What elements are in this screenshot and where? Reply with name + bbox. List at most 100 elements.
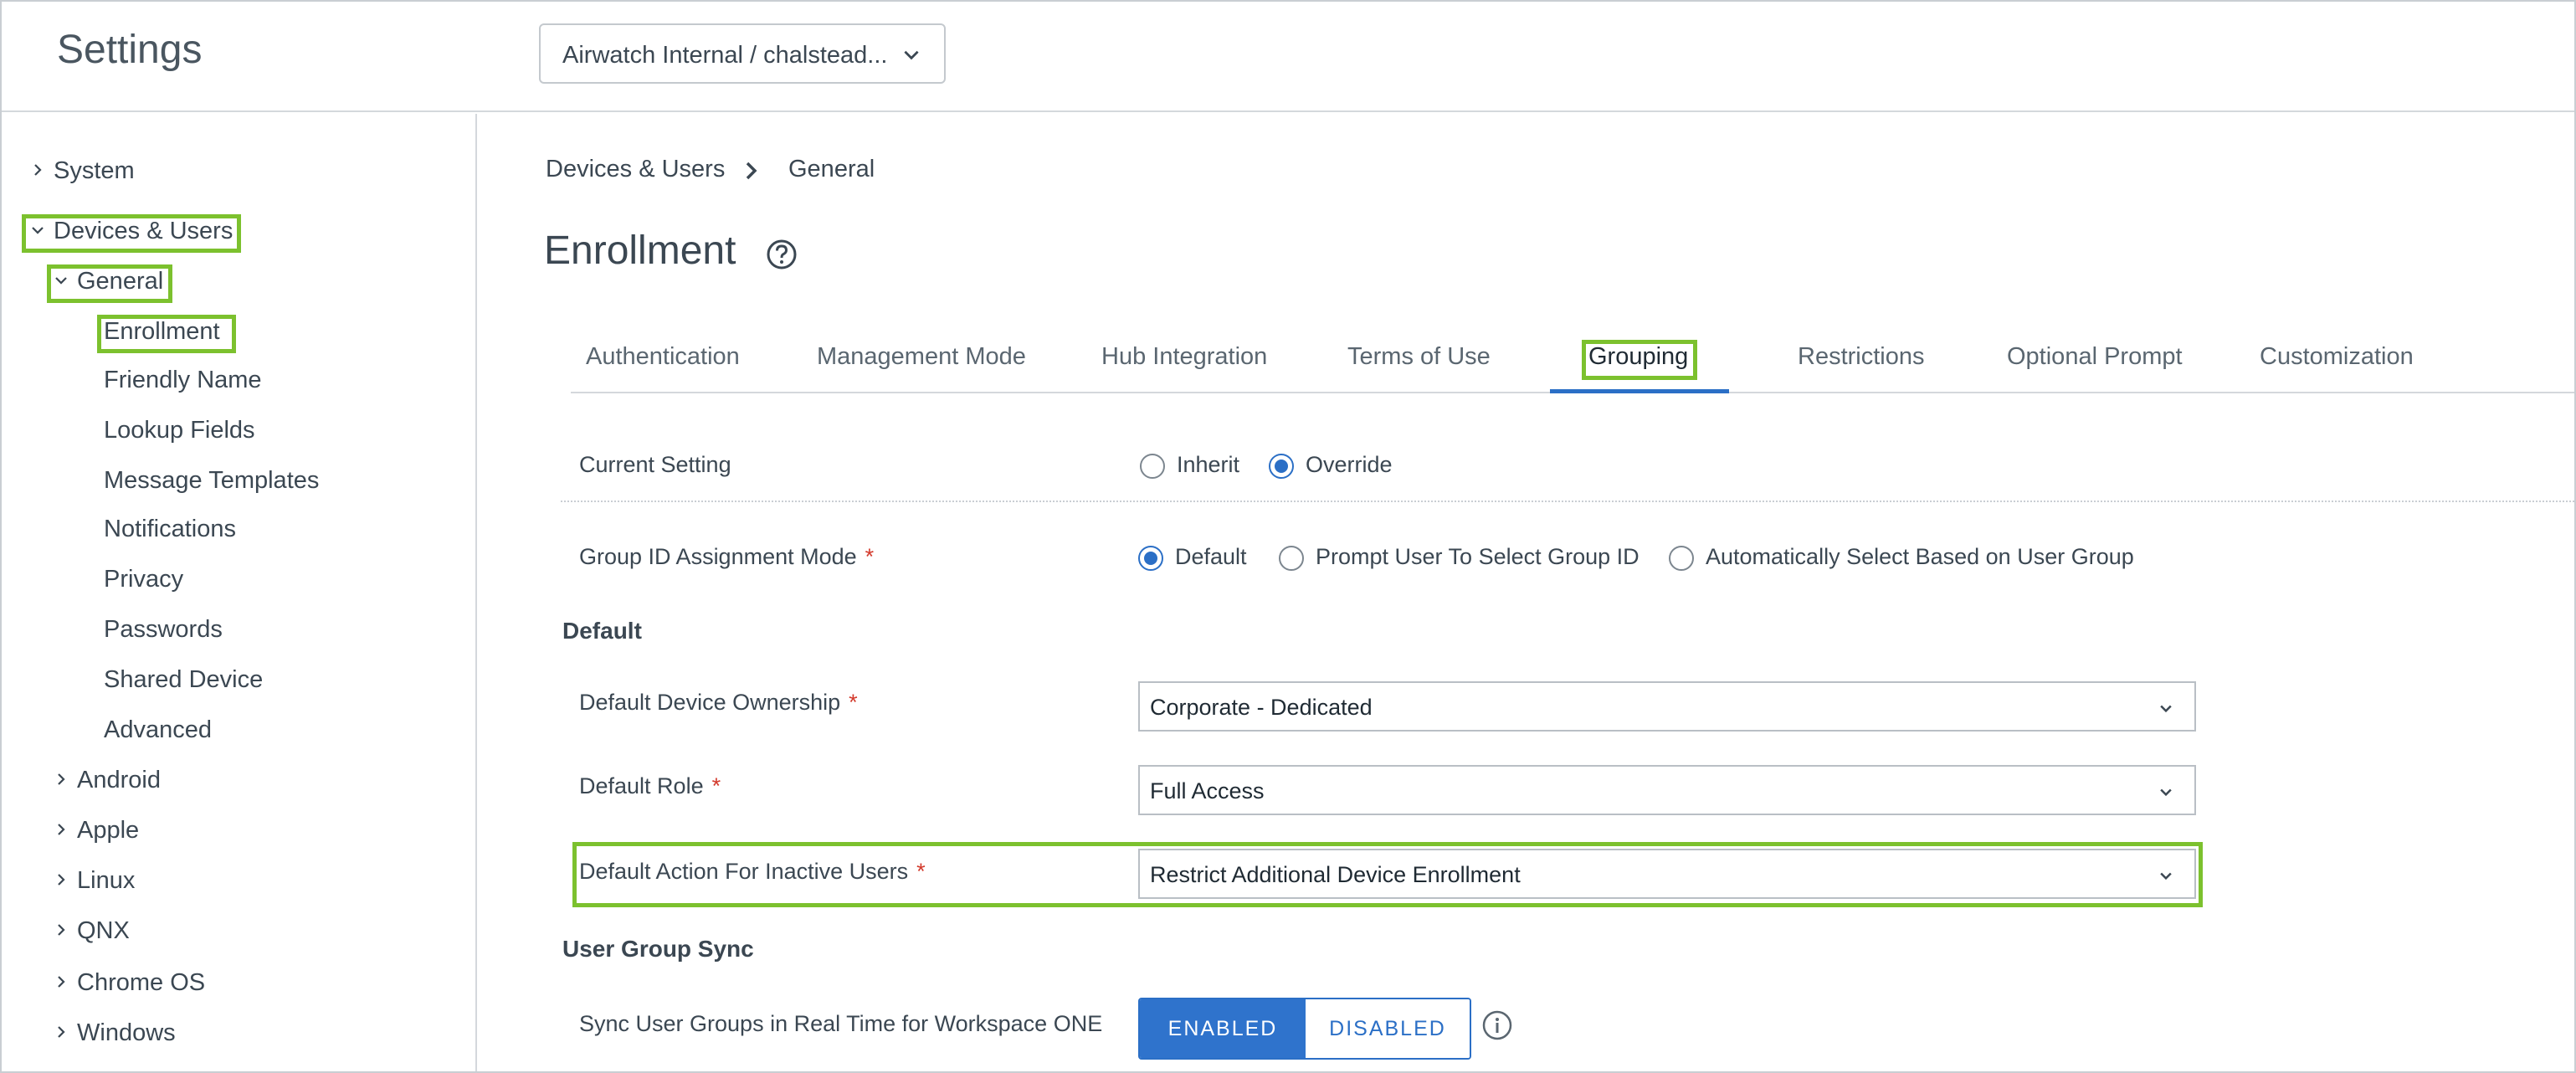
required-marker: * — [849, 690, 858, 715]
chevron-right-icon — [58, 976, 65, 988]
sidebar-item-message-templates[interactable]: Message Templates — [104, 467, 319, 495]
sidebar-item-friendly-name[interactable]: Friendly Name — [104, 367, 262, 394]
sidebar-item-label: Chrome OS — [77, 969, 206, 996]
default-role-label: Default Role * — [579, 773, 721, 799]
field-label-text: Group ID Assignment Mode — [579, 544, 857, 569]
chevron-down-icon — [904, 50, 919, 60]
sidebar-item-advanced[interactable]: Advanced — [104, 716, 212, 744]
breadcrumb-link-devices-users[interactable]: Devices & Users — [546, 156, 725, 183]
radio-label: Prompt User To Select Group ID — [1316, 544, 1640, 569]
radio-circle-selected — [1269, 454, 1294, 479]
toggle-enabled-button[interactable]: ENABLED — [1140, 999, 1306, 1058]
tab-customization[interactable]: Customization — [2260, 343, 2414, 371]
radio-circle-selected — [1138, 546, 1163, 571]
tab-terms-of-use[interactable]: Terms of Use — [1347, 343, 1491, 371]
inactive-action-select[interactable]: Restrict Additional Device Enrollment — [1138, 849, 2196, 899]
sidebar-item-windows[interactable]: Windows — [54, 1019, 176, 1047]
chevron-right-icon — [58, 824, 65, 835]
sidebar-item-label: Linux — [77, 867, 136, 894]
radio-label: Override — [1306, 452, 1393, 477]
sidebar-item-enrollment[interactable]: Enrollment — [104, 318, 220, 346]
tab-active-indicator — [1550, 389, 1729, 393]
sync-realtime-toggle[interactable]: ENABLED DISABLED — [1138, 998, 1471, 1060]
tab-restrictions[interactable]: Restrictions — [1798, 343, 1925, 371]
sidebar-item-passwords[interactable]: Passwords — [104, 616, 223, 644]
section-divider — [561, 501, 2574, 502]
sidebar-item-label: Windows — [77, 1019, 176, 1046]
radio-label: Default — [1175, 544, 1247, 569]
select-value: Full Access — [1150, 778, 1265, 803]
sidebar-item-general[interactable]: General — [54, 268, 163, 295]
chevron-right-icon — [58, 874, 65, 886]
sidebar-item-lookup-fields[interactable]: Lookup Fields — [104, 417, 255, 444]
sidebar-item-privacy[interactable]: Privacy — [104, 566, 183, 593]
section-title-default: Default — [562, 618, 642, 644]
breadcrumb-current-general: General — [788, 156, 875, 182]
required-marker: * — [916, 859, 926, 884]
sidebar-item-system[interactable]: System — [30, 157, 135, 185]
select-value: Corporate - Dedicated — [1150, 695, 1373, 720]
sidebar-item-devices-users[interactable]: Devices & Users — [30, 218, 233, 245]
chevron-right-icon — [58, 924, 65, 936]
info-icon[interactable] — [1481, 1009, 1513, 1041]
radio-circle — [1279, 546, 1304, 571]
sidebar-item-label: Privacy — [104, 566, 184, 593]
settings-sidebar: System Devices & Users General Enrollmen… — [2, 114, 477, 1071]
field-label-text: Default Device Ownership — [579, 690, 841, 715]
field-label-text: Default Action For Inactive Users — [579, 859, 909, 884]
tab-grouping[interactable]: Grouping — [1588, 343, 1688, 371]
chevron-down-icon — [2160, 705, 2172, 713]
toggle-disabled-button[interactable]: DISABLED — [1306, 999, 1470, 1058]
tab-authentication[interactable]: Authentication — [586, 343, 740, 371]
chevron-right-icon — [58, 773, 65, 785]
tab-optional-prompt[interactable]: Optional Prompt — [2007, 343, 2183, 371]
radio-label: Inherit — [1177, 452, 1240, 477]
select-value: Restrict Additional Device Enrollment — [1150, 862, 1521, 887]
sidebar-item-label: Friendly Name — [104, 367, 262, 393]
field-label-text: Default Role — [579, 773, 704, 798]
sidebar-item-label: System — [54, 157, 135, 184]
sidebar-item-label: Devices & Users — [54, 218, 233, 244]
chevron-down-icon — [2160, 788, 2172, 797]
sidebar-item-label: Advanced — [104, 716, 212, 743]
sidebar-item-qnx[interactable]: QNX — [54, 917, 130, 945]
required-marker: * — [865, 544, 875, 569]
sidebar-item-label: Enrollment — [104, 318, 220, 345]
radio-circle — [1140, 454, 1165, 479]
sidebar-item-label: General — [77, 268, 164, 295]
organization-group-selector[interactable]: Airwatch Internal / chalstead... — [539, 23, 946, 84]
sidebar-item-label: Shared Device — [104, 666, 264, 693]
chevron-down-icon — [32, 227, 44, 234]
chevron-down-icon — [55, 277, 67, 285]
sidebar-item-label: Android — [77, 767, 161, 793]
sidebar-item-label: Lookup Fields — [104, 417, 255, 444]
tab-management-mode[interactable]: Management Mode — [817, 343, 1026, 371]
radio-label: Automatically Select Based on User Group — [1706, 544, 2134, 569]
chevron-down-icon — [2160, 872, 2172, 880]
default-role-select[interactable]: Full Access — [1138, 765, 2196, 815]
sidebar-item-label: Message Templates — [104, 467, 320, 494]
current-setting-label: Current Setting — [579, 452, 731, 477]
organization-group-value: Airwatch Internal / chalstead... — [562, 42, 888, 69]
sidebar-item-linux[interactable]: Linux — [54, 867, 135, 895]
device-ownership-select[interactable]: Corporate - Dedicated — [1138, 681, 2196, 732]
sidebar-item-chrome-os[interactable]: Chrome OS — [54, 969, 205, 997]
required-marker: * — [711, 773, 721, 798]
device-ownership-label: Default Device Ownership * — [579, 690, 858, 716]
chevron-right-icon — [58, 1026, 65, 1038]
sidebar-item-label: Passwords — [104, 616, 223, 643]
sidebar-item-apple[interactable]: Apple — [54, 817, 139, 845]
sidebar-item-label: Apple — [77, 817, 140, 844]
help-icon[interactable] — [765, 238, 798, 271]
chevron-right-icon — [746, 162, 757, 180]
app-title: Settings — [57, 28, 203, 72]
chevron-right-icon — [34, 164, 42, 176]
tab-hub-integration[interactable]: Hub Integration — [1101, 343, 1267, 371]
sidebar-item-label: QNX — [77, 917, 130, 944]
radio-circle — [1669, 546, 1694, 571]
app-header: Settings Airwatch Internal / chalstead..… — [2, 2, 2574, 112]
page-title: Enrollment — [544, 228, 736, 273]
sidebar-item-shared-device[interactable]: Shared Device — [104, 666, 263, 694]
sidebar-item-notifications[interactable]: Notifications — [104, 516, 236, 543]
sidebar-item-android[interactable]: Android — [54, 767, 161, 794]
